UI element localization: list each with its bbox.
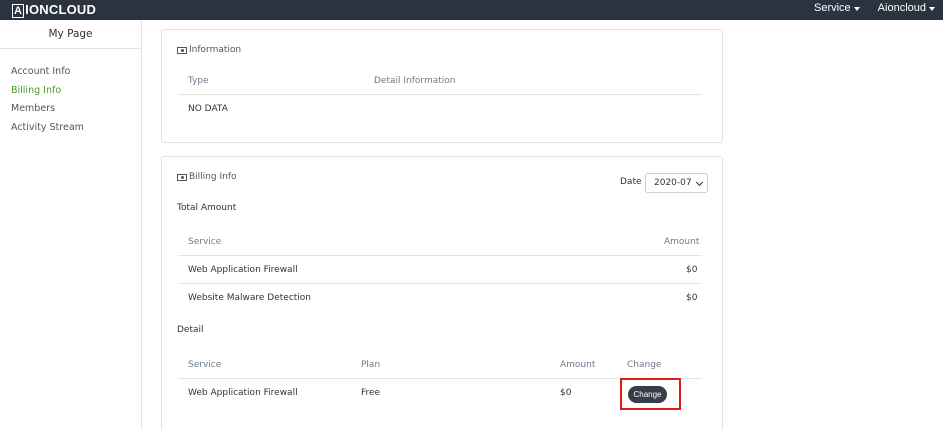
column-header-detail-information: Detail Information <box>374 76 456 86</box>
account-menu-label: Aioncloud <box>877 2 926 14</box>
detail-row-amount: $0 <box>560 388 572 398</box>
detail-column-header-amount: Amount <box>560 360 596 370</box>
detail-column-header-service: Service <box>188 360 222 370</box>
image-icon <box>177 173 187 181</box>
billing-info-title: Billing Info <box>177 172 237 182</box>
sidebar-item-activity-stream[interactable]: Activity Stream <box>0 119 141 138</box>
caret-down-icon <box>929 6 935 11</box>
sidebar: My Page Account Info Billing Info Member… <box>0 20 142 430</box>
top-nav-menu: Service Aioncloud <box>814 2 935 14</box>
date-select[interactable]: 2020-07 <box>645 173 708 193</box>
account-menu[interactable]: Aioncloud <box>878 2 935 14</box>
detail-row-plan: Free <box>361 388 381 398</box>
date-label: Date <box>620 177 642 187</box>
billing-info-title-text: Billing Info <box>189 172 237 182</box>
total-row-service: Website Malware Detection <box>188 293 312 303</box>
aioncloud-logo[interactable]: A IONCLOUD <box>12 2 97 18</box>
chevron-down-icon <box>695 178 704 187</box>
date-select-value: 2020-07 <box>654 178 692 188</box>
total-column-header-amount: Amount <box>664 237 700 247</box>
total-amount-label: Total Amount <box>177 203 237 213</box>
image-icon <box>177 46 187 54</box>
logo-mark: A <box>12 4 25 18</box>
service-menu-label: Service <box>813 2 851 14</box>
sidebar-item-account-info[interactable]: Account Info <box>0 63 141 82</box>
detail-column-header-change: Change <box>627 360 662 370</box>
sidebar-item-billing-info[interactable]: Billing Info <box>0 82 141 101</box>
total-row-amount: $0 <box>686 265 698 275</box>
table-divider <box>178 94 702 95</box>
column-header-type: Type <box>188 76 209 86</box>
information-panel: Information Type Detail Information NO D… <box>161 29 723 143</box>
service-menu[interactable]: Service <box>814 2 860 14</box>
sidebar-item-members[interactable]: Members <box>0 100 141 119</box>
total-row-amount: $0 <box>686 293 698 303</box>
billing-info-panel: Billing Info Date 2020-07 Total Amount S… <box>161 156 723 430</box>
table-divider <box>178 255 702 256</box>
logo-text: IONCLOUD <box>25 2 97 17</box>
detail-column-header-plan: Plan <box>361 360 381 370</box>
top-navbar: A IONCLOUD Service Aioncloud <box>0 0 943 20</box>
table-divider <box>178 283 702 284</box>
information-title: Information <box>177 45 241 55</box>
total-row-service: Web Application Firewall <box>188 265 298 275</box>
detail-label: Detail <box>177 325 204 335</box>
change-plan-button[interactable]: Change <box>628 386 667 403</box>
information-title-text: Information <box>189 45 242 55</box>
sidebar-menu: Account Info Billing Info Members Activi… <box>0 49 141 137</box>
empty-state-text: NO DATA <box>188 104 228 114</box>
detail-row-service: Web Application Firewall <box>188 388 298 398</box>
total-column-header-service: Service <box>188 237 222 247</box>
caret-down-icon <box>853 6 860 11</box>
sidebar-title: My Page <box>0 20 141 49</box>
